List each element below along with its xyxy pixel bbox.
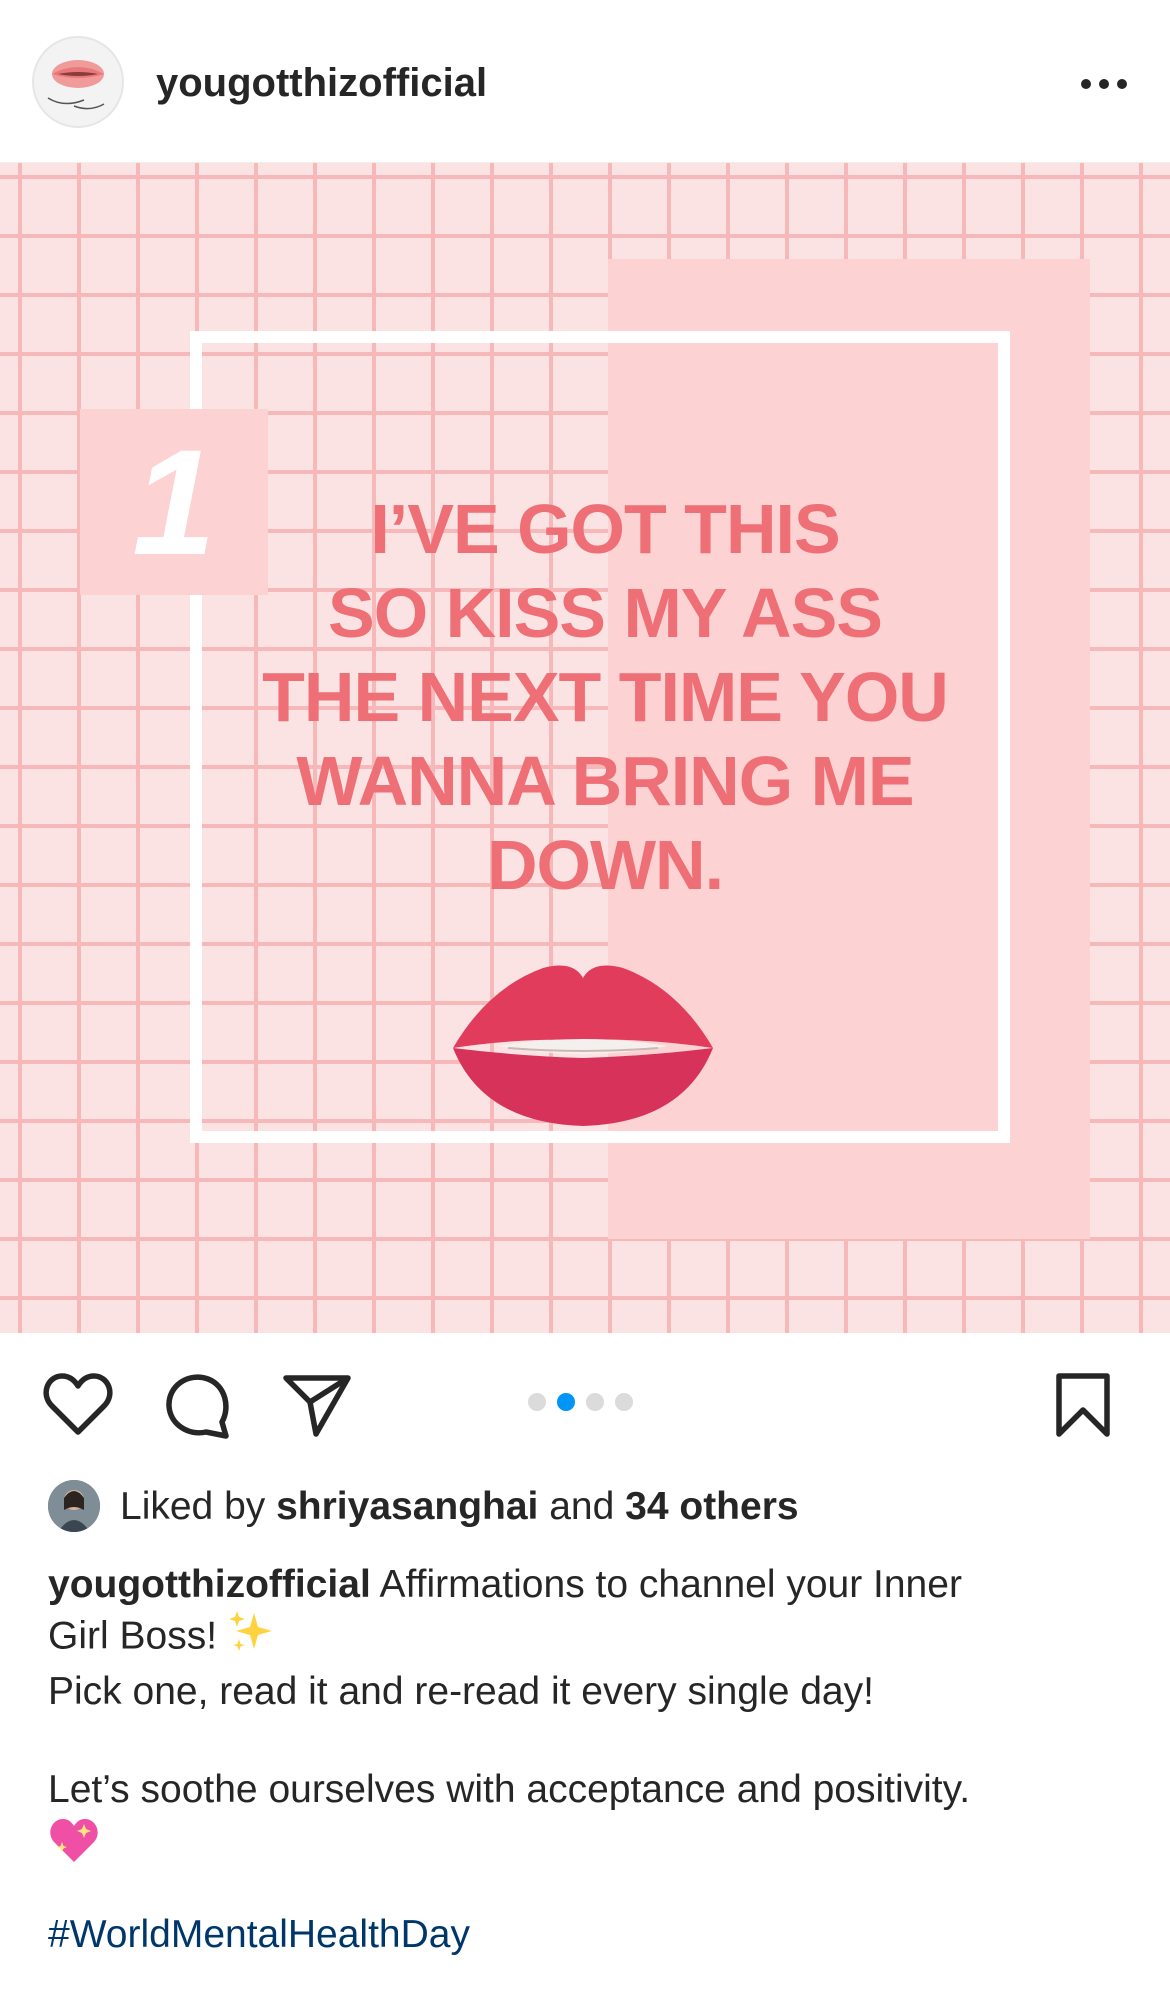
- liked-by-user-link[interactable]: shriyasanghai: [276, 1485, 538, 1528]
- carousel-dot-active: [557, 1393, 575, 1411]
- heart-sparkle-icon: [48, 1814, 100, 1878]
- quote-line: I’VE GOT THIS: [370, 490, 840, 568]
- header-username[interactable]: yougotthizofficial: [156, 60, 487, 106]
- likes-summary: Liked by shriyasanghai and 34 others: [48, 1480, 1128, 1536]
- likes-others-link[interactable]: 34 others: [625, 1485, 798, 1528]
- caption-line-4: Let’s soothe ourselves with acceptance a…: [48, 1768, 971, 1811]
- likes-and: and: [549, 1485, 615, 1528]
- caption-username[interactable]: yougotthizofficial: [48, 1563, 371, 1606]
- comment-button[interactable]: [164, 1372, 232, 1445]
- lips-image: [448, 958, 718, 1133]
- post-caption: yougotthizofficial Affirmations to chann…: [48, 1560, 1128, 1959]
- caption-line-1: Affirmations to channel your Inner: [379, 1563, 962, 1606]
- quote-line: SO KISS MY ASS: [328, 574, 883, 652]
- share-button[interactable]: [282, 1372, 352, 1443]
- post-image[interactable]: 1 I’VE GOT THIS SO KISS MY ASS THE NEXT …: [0, 163, 1170, 1333]
- likes-text: Liked by shriyasanghai and 34 others: [120, 1484, 799, 1530]
- comment-icon: [166, 1374, 229, 1439]
- share-icon: [283, 1375, 351, 1437]
- liker-avatar[interactable]: [48, 1480, 100, 1532]
- quote-line: THE NEXT TIME YOU: [262, 658, 949, 736]
- carousel-dot: [615, 1393, 633, 1411]
- carousel-dot: [586, 1393, 604, 1411]
- slide-number: 1: [132, 418, 216, 586]
- sparkles-icon: [228, 1609, 274, 1667]
- bookmark-icon: [1056, 1373, 1110, 1437]
- slide-number-box: 1: [80, 409, 268, 595]
- carousel-dot: [528, 1393, 546, 1411]
- heart-icon: [43, 1373, 113, 1435]
- post-header: yougotthizofficial: [0, 0, 1170, 163]
- likes-prefix: Liked by: [120, 1485, 266, 1528]
- profile-avatar[interactable]: [32, 36, 124, 128]
- more-options-button[interactable]: [1076, 74, 1132, 94]
- like-button[interactable]: [42, 1372, 114, 1443]
- save-button[interactable]: [1054, 1372, 1112, 1443]
- more-icon: [1081, 79, 1127, 89]
- quote-text: I’VE GOT THIS SO KISS MY ASS THE NEXT TI…: [250, 487, 960, 907]
- caption-line-3: Pick one, read it and re-read it every s…: [48, 1670, 874, 1713]
- quote-line: DOWN.: [486, 826, 724, 904]
- quote-line: WANNA BRING ME: [296, 742, 914, 820]
- hashtag-link[interactable]: #WorldMentalHealthDay: [48, 1913, 470, 1956]
- caption-line-2: Girl Boss!: [48, 1614, 218, 1658]
